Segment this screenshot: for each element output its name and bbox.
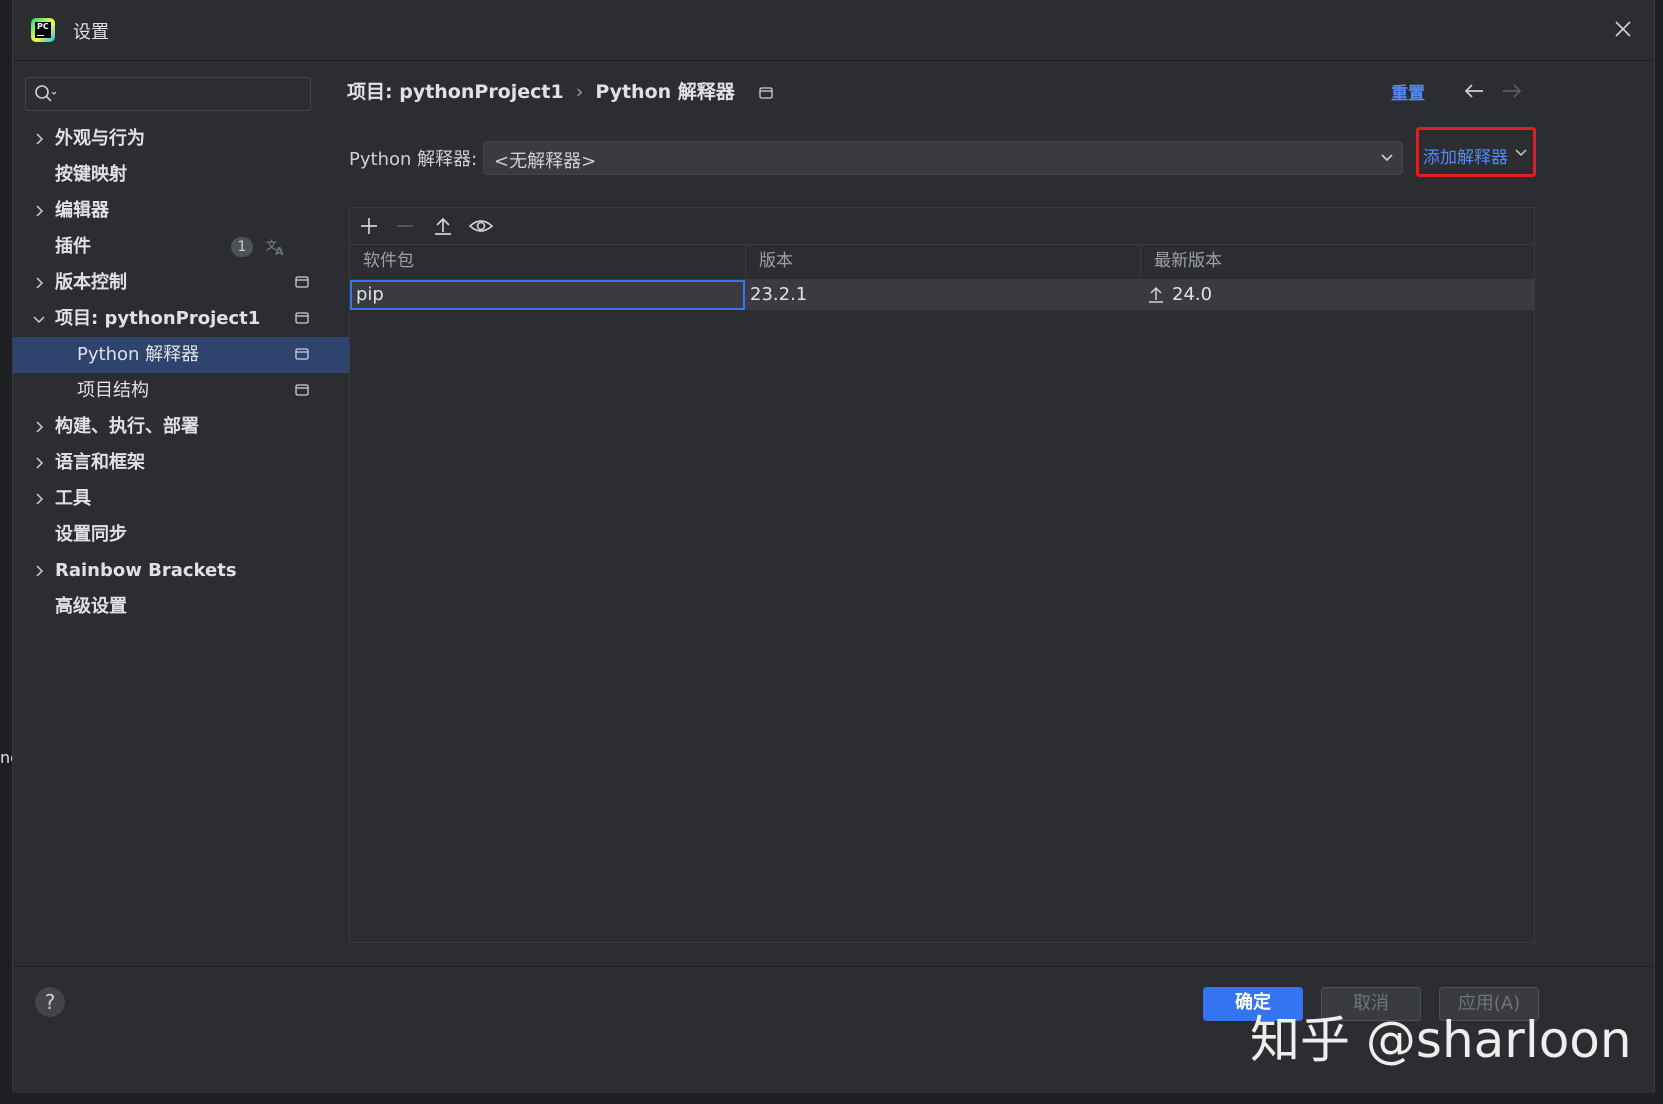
chevron-right-icon[interactable] <box>33 133 45 145</box>
arrow-right-icon[interactable] <box>1501 83 1523 99</box>
arrow-left-icon[interactable] <box>1463 83 1485 99</box>
project-scope-icon <box>295 312 309 324</box>
plugins-count-badge: 1 <box>231 237 253 257</box>
add-interpreter-label: 添加解释器 <box>1423 148 1508 168</box>
sidebar-item-project-structure[interactable]: 项目结构 <box>13 373 353 409</box>
translate-icon: 文 A <box>266 238 284 257</box>
chevron-right-icon[interactable] <box>33 493 45 505</box>
sidebar-item-editor[interactable]: 编辑器 <box>13 193 353 229</box>
sidebar-item-label: Python 解释器 <box>77 344 200 365</box>
project-scope-icon <box>759 86 774 99</box>
sidebar-item-languages[interactable]: 语言和框架 <box>13 445 353 481</box>
settings-dialog: PC 设置 外观与行为 按键映射 编辑器 插件 1 文 A 版本控制 项目: p… <box>12 0 1655 1093</box>
packages-panel: 软件包 版本 最新版本 pip 23.2.1 24.0 <box>349 207 1535 943</box>
sidebar-item-plugins[interactable]: 插件 1 文 A <box>13 229 353 265</box>
add-icon[interactable] <box>358 216 380 236</box>
help-button[interactable]: ? <box>35 987 65 1017</box>
sidebar-item-rainbow-brackets[interactable]: Rainbow Brackets <box>13 553 353 589</box>
search-input[interactable] <box>64 82 308 108</box>
sidebar-item-label: 项目: pythonProject1 <box>55 308 261 329</box>
background-strip: nc <box>0 0 12 1104</box>
interpreter-selected-value: <无解释器> <box>494 151 597 172</box>
breadcrumb-item-project[interactable]: 项目: pythonProject1 <box>347 81 564 103</box>
project-scope-icon <box>295 384 309 396</box>
sidebar-item-tools[interactable]: 工具 <box>13 481 353 517</box>
eye-icon[interactable] <box>468 216 494 236</box>
sidebar-item-label: 编辑器 <box>55 200 109 221</box>
sidebar-item-build[interactable]: 构建、执行、部署 <box>13 409 353 445</box>
chevron-right-icon[interactable] <box>33 277 45 289</box>
column-header-latest[interactable]: 最新版本 <box>1141 244 1534 279</box>
chevron-down-icon <box>1515 149 1527 157</box>
chevron-right-icon[interactable] <box>33 457 45 469</box>
sidebar-item-label: 版本控制 <box>55 272 127 293</box>
add-interpreter-button[interactable]: 添加解释器 <box>1416 127 1536 177</box>
sidebar-item-appearance[interactable]: 外观与行为 <box>13 121 353 157</box>
svg-text:A: A <box>275 245 284 257</box>
sidebar-item-project[interactable]: 项目: pythonProject1 <box>13 301 353 337</box>
interpreter-select[interactable]: <无解释器> <box>483 141 1403 175</box>
sidebar-item-label: 项目结构 <box>77 380 149 401</box>
background-text-fragment: nc <box>0 748 12 767</box>
upgrade-icon[interactable] <box>432 216 454 236</box>
watermark: 知乎 @sharloon <box>1250 1011 1632 1069</box>
sidebar-item-label: 插件 <box>55 236 91 257</box>
project-scope-icon <box>295 348 309 360</box>
chevron-down-icon[interactable] <box>1380 152 1394 164</box>
search-icon <box>35 85 57 102</box>
window-title: 设置 <box>73 22 109 43</box>
latest-version-value: 24.0 <box>1172 284 1213 305</box>
upgrade-available-icon <box>1149 286 1163 303</box>
sidebar-item-label: 语言和框架 <box>55 452 145 473</box>
package-latest-cell: 24.0 <box>1146 280 1212 310</box>
settings-sidebar: 外观与行为 按键映射 编辑器 插件 1 文 A 版本控制 项目: pythonP… <box>13 61 353 1026</box>
remove-icon[interactable] <box>394 216 416 236</box>
column-header-version[interactable]: 版本 <box>746 244 1141 279</box>
sidebar-item-advanced[interactable]: 高级设置 <box>13 589 353 625</box>
project-scope-icon <box>295 276 309 288</box>
breadcrumb-item-interpreter: Python 解释器 <box>595 81 735 103</box>
chevron-right-icon[interactable] <box>33 421 45 433</box>
sidebar-item-label: 构建、执行、部署 <box>55 416 199 437</box>
sidebar-item-label: 按键映射 <box>55 164 127 185</box>
breadcrumb: 项目: pythonProject1 › Python 解释器 <box>347 77 774 107</box>
close-icon[interactable] <box>1612 18 1634 40</box>
interpreter-label: Python 解释器: <box>349 149 478 170</box>
sidebar-item-label: 高级设置 <box>55 596 127 617</box>
sidebar-item-label: 工具 <box>55 488 91 509</box>
package-version-cell: 23.2.1 <box>750 284 808 305</box>
packages-table-header: 软件包 版本 最新版本 <box>350 244 1534 280</box>
packages-toolbar <box>350 208 1534 245</box>
table-row[interactable]: pip 23.2.1 24.0 <box>350 280 1534 310</box>
pycharm-logo-icon: PC <box>31 18 55 42</box>
sidebar-item-label: 设置同步 <box>55 524 127 545</box>
sidebar-item-label: 外观与行为 <box>55 128 145 149</box>
sidebar-item-settings-sync[interactable]: 设置同步 <box>13 517 353 553</box>
sidebar-item-keymap[interactable]: 按键映射 <box>13 157 353 193</box>
breadcrumb-separator: › <box>575 81 584 103</box>
column-header-package[interactable]: 软件包 <box>350 244 746 279</box>
search-field[interactable] <box>25 77 311 111</box>
chevron-right-icon[interactable] <box>33 565 45 577</box>
chevron-right-icon[interactable] <box>33 205 45 217</box>
package-name-cell[interactable]: pip <box>350 280 745 310</box>
sidebar-item-label: Rainbow Brackets <box>55 560 237 581</box>
sidebar-item-python-interpreter[interactable]: Python 解释器 <box>13 337 353 373</box>
chevron-down-icon[interactable] <box>33 313 45 325</box>
sidebar-item-vcs[interactable]: 版本控制 <box>13 265 353 301</box>
reset-link[interactable]: 重置 <box>1391 79 1425 104</box>
title-bar: PC 设置 <box>13 0 1654 61</box>
settings-content: 项目: pythonProject1 › Python 解释器 重置 Python … <box>347 61 1653 1026</box>
